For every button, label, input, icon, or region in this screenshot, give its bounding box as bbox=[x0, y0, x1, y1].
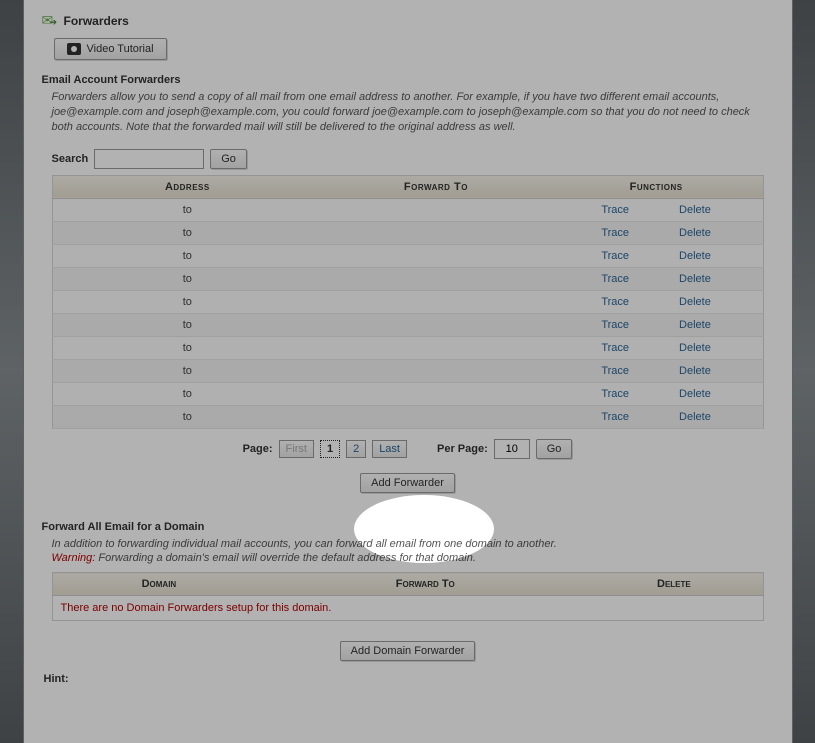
delete-link[interactable]: Delete bbox=[679, 273, 711, 285]
functions-cell: Trace Delete bbox=[550, 290, 763, 313]
table-row: to Trace Delete bbox=[52, 313, 763, 336]
functions-cell: Trace Delete bbox=[550, 359, 763, 382]
trace-link[interactable]: Trace bbox=[601, 273, 629, 285]
page-2-button[interactable]: 2 bbox=[346, 440, 366, 458]
delete-link[interactable]: Delete bbox=[679, 342, 711, 354]
table-row: to Trace Delete bbox=[52, 221, 763, 244]
functions-cell: Trace Delete bbox=[550, 244, 763, 267]
address-cell: to bbox=[52, 336, 322, 359]
forwardto-cell bbox=[322, 313, 550, 336]
trace-link[interactable]: Trace bbox=[601, 227, 629, 239]
table-row: to Trace Delete bbox=[52, 198, 763, 221]
add-forwarder-button[interactable]: Add Forwarder bbox=[360, 473, 455, 493]
address-cell: to bbox=[52, 313, 322, 336]
address-cell: to bbox=[52, 290, 322, 313]
forwardto-cell bbox=[322, 382, 550, 405]
forwarders-icon bbox=[42, 14, 58, 28]
address-cell: to bbox=[52, 244, 322, 267]
email-forwarders-heading: Email Account Forwarders bbox=[42, 74, 774, 86]
search-go-button[interactable]: Go bbox=[210, 149, 247, 169]
address-cell: to bbox=[52, 267, 322, 290]
domain-forward-intro: In addition to forwarding individual mai… bbox=[52, 538, 557, 550]
paginator: Page: First 1 2 Last Per Page: Go bbox=[42, 439, 774, 459]
table-row: to Trace Delete bbox=[52, 267, 763, 290]
functions-cell: Trace Delete bbox=[550, 405, 763, 428]
trace-link[interactable]: Trace bbox=[601, 319, 629, 331]
perpage-input[interactable] bbox=[494, 439, 530, 459]
forwardto-cell bbox=[322, 290, 550, 313]
forwardto-cell bbox=[322, 221, 550, 244]
address-cell: to bbox=[52, 405, 322, 428]
trace-link[interactable]: Trace bbox=[601, 342, 629, 354]
forwardto-cell bbox=[322, 244, 550, 267]
delete-link[interactable]: Delete bbox=[679, 250, 711, 262]
address-cell: to bbox=[52, 359, 322, 382]
search-input[interactable] bbox=[94, 149, 204, 169]
warning-label: Warning: bbox=[52, 552, 96, 564]
table-row: to Trace Delete bbox=[52, 405, 763, 428]
table-row: to Trace Delete bbox=[52, 244, 763, 267]
email-forwarders-intro: Forwarders allow you to send a copy of a… bbox=[52, 90, 764, 135]
trace-link[interactable]: Trace bbox=[601, 296, 629, 308]
table-row: to Trace Delete bbox=[52, 359, 763, 382]
col-forwardto: Forward To bbox=[322, 175, 550, 198]
page-1-button[interactable]: 1 bbox=[320, 440, 340, 458]
page-title: Forwarders bbox=[64, 14, 129, 28]
domain-forwarders-table: Domain Forward To Delete There are no Do… bbox=[52, 572, 764, 621]
delete-link[interactable]: Delete bbox=[679, 388, 711, 400]
delete-link[interactable]: Delete bbox=[679, 411, 711, 423]
address-cell: to bbox=[52, 221, 322, 244]
video-tutorial-button[interactable]: Video Tutorial bbox=[54, 38, 167, 60]
domain-empty-message: There are no Domain Forwarders setup for… bbox=[52, 596, 763, 621]
address-cell: to bbox=[52, 382, 322, 405]
perpage-go-button[interactable]: Go bbox=[536, 439, 573, 459]
table-row: to Trace Delete bbox=[52, 336, 763, 359]
page-label: Page: bbox=[243, 443, 273, 455]
table-row: to Trace Delete bbox=[52, 382, 763, 405]
col-functions: Functions bbox=[550, 175, 763, 198]
trace-link[interactable]: Trace bbox=[601, 388, 629, 400]
col-domain-delete: Delete bbox=[585, 573, 763, 596]
warning-text: Forwarding a domain's email will overrid… bbox=[98, 552, 476, 564]
camera-icon bbox=[67, 43, 81, 55]
functions-cell: Trace Delete bbox=[550, 313, 763, 336]
trace-link[interactable]: Trace bbox=[601, 250, 629, 262]
delete-link[interactable]: Delete bbox=[679, 204, 711, 216]
functions-cell: Trace Delete bbox=[550, 267, 763, 290]
delete-link[interactable]: Delete bbox=[679, 365, 711, 377]
page-last-button[interactable]: Last bbox=[372, 440, 407, 458]
table-row: to Trace Delete bbox=[52, 290, 763, 313]
delete-link[interactable]: Delete bbox=[679, 319, 711, 331]
add-domain-forwarder-button[interactable]: Add Domain Forwarder bbox=[340, 641, 476, 661]
forwardto-cell bbox=[322, 198, 550, 221]
functions-cell: Trace Delete bbox=[550, 382, 763, 405]
trace-link[interactable]: Trace bbox=[601, 204, 629, 216]
functions-cell: Trace Delete bbox=[550, 198, 763, 221]
domain-forward-heading: Forward All Email for a Domain bbox=[42, 521, 774, 533]
col-address: Address bbox=[52, 175, 322, 198]
delete-link[interactable]: Delete bbox=[679, 296, 711, 308]
functions-cell: Trace Delete bbox=[550, 336, 763, 359]
trace-link[interactable]: Trace bbox=[601, 365, 629, 377]
video-tutorial-label: Video Tutorial bbox=[87, 43, 154, 55]
forwardto-cell bbox=[322, 405, 550, 428]
forwardto-cell bbox=[322, 267, 550, 290]
forwarders-table: Address Forward To Functions to Trace Dele… bbox=[52, 175, 764, 429]
page-title-row: Forwarders bbox=[42, 14, 774, 28]
forwardto-cell bbox=[322, 359, 550, 382]
search-label: Search bbox=[52, 153, 89, 165]
trace-link[interactable]: Trace bbox=[601, 411, 629, 423]
forwardto-cell bbox=[322, 336, 550, 359]
delete-link[interactable]: Delete bbox=[679, 227, 711, 239]
perpage-label: Per Page: bbox=[437, 443, 488, 455]
page-first-button[interactable]: First bbox=[279, 440, 314, 458]
address-cell: to bbox=[52, 198, 322, 221]
col-domain-forwardto: Forward To bbox=[265, 573, 585, 596]
hint-label: Hint: bbox=[44, 673, 774, 685]
functions-cell: Trace Delete bbox=[550, 221, 763, 244]
col-domain: Domain bbox=[52, 573, 265, 596]
